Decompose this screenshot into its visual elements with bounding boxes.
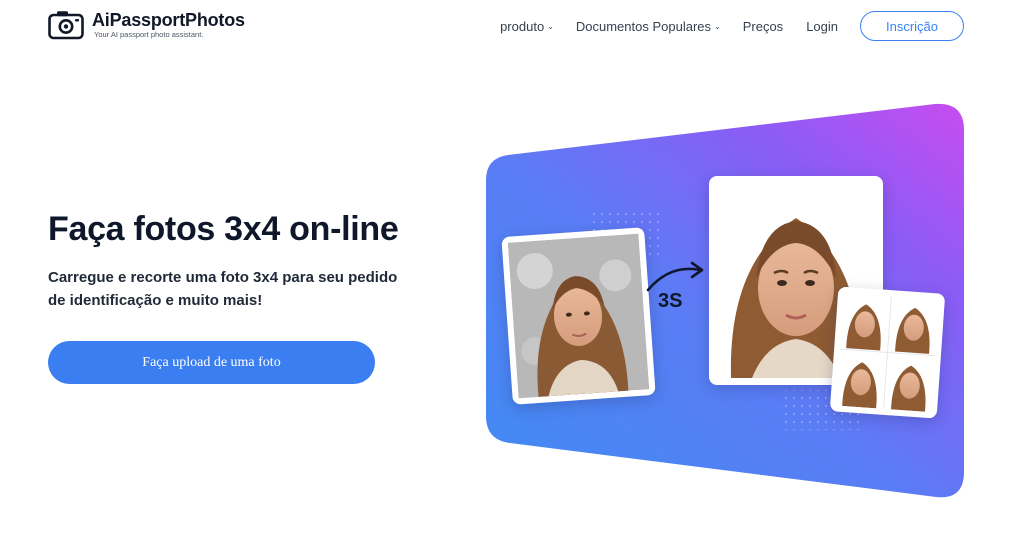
nav-precos[interactable]: Preços	[743, 19, 783, 34]
nav-login[interactable]: Login	[806, 19, 838, 34]
nav-produto[interactable]: produto ⌄	[500, 19, 554, 34]
chevron-down-icon: ⌄	[714, 22, 721, 31]
upload-photo-button[interactable]: Faça upload de uma foto	[48, 341, 375, 384]
chevron-down-icon: ⌄	[547, 22, 554, 31]
original-portrait-image	[507, 233, 650, 399]
page-title: Faça fotos 3x4 on-line	[48, 210, 399, 248]
site-header: AiPassportPhotos Your AI passport photo …	[0, 0, 1024, 52]
camera-logo-icon	[48, 11, 84, 40]
signup-button[interactable]: Inscrição	[860, 11, 964, 41]
nav-documentos-label: Documentos Populares	[575, 18, 712, 34]
hero-illustration: 3S	[480, 100, 970, 504]
logo[interactable]: AiPassportPhotos Your AI passport photo …	[48, 10, 245, 40]
nav-produto-label: produto	[500, 18, 545, 34]
photo-sheet-card	[829, 286, 946, 419]
nav-documentos-populares[interactable]: Documentos Populares ⌄	[576, 19, 721, 34]
original-photo-card	[501, 227, 656, 405]
processing-time-label: 3S	[658, 290, 683, 312]
photo-sheet-image	[836, 292, 939, 413]
main-nav: produto ⌄ Documentos Populares ⌄ Preços …	[500, 11, 964, 41]
brand-tagline: Your AI passport photo assistant.	[94, 30, 204, 39]
brand-name: AiPassportPhotos	[92, 10, 245, 30]
hero-subtitle: Carregue e recorte uma foto 3x4 para seu…	[48, 269, 398, 309]
